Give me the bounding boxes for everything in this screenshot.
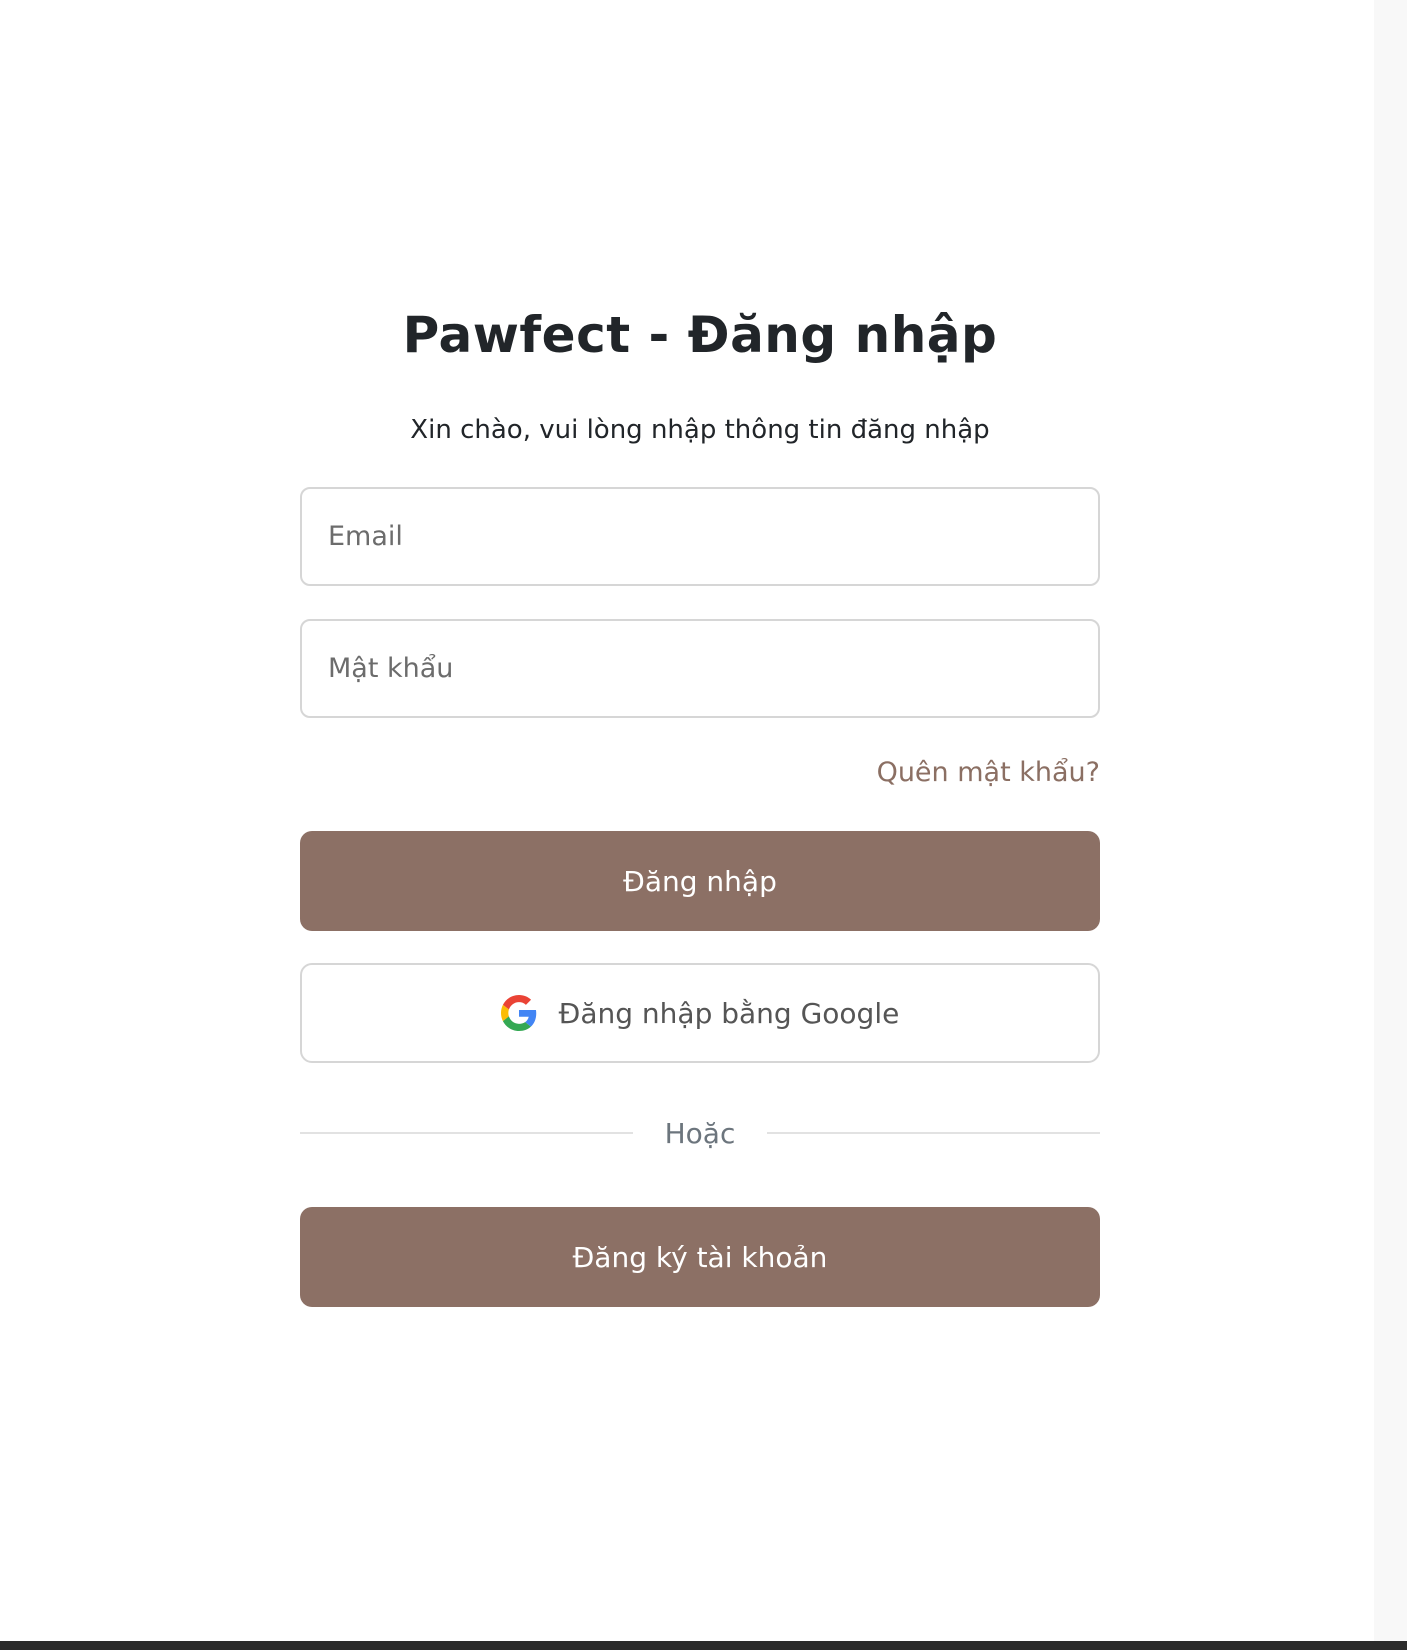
login-button[interactable]: Đăng nhập (300, 831, 1100, 931)
taskbar (0, 1641, 1407, 1650)
google-login-button[interactable]: Đăng nhập bằng Google (300, 963, 1100, 1063)
google-icon (500, 995, 537, 1031)
login-button-label: Đăng nhập (623, 864, 777, 898)
divider: Hoặc (300, 1113, 1100, 1153)
divider-text: Hoặc (664, 1116, 736, 1150)
divider-line-right (767, 1132, 1100, 1134)
page-subtitle: Xin chào, vui lòng nhập thông tin đăng n… (410, 415, 990, 445)
register-button-label: Đăng ký tài khoản (572, 1240, 828, 1274)
page-title: Pawfect - Đăng nhập (402, 306, 998, 364)
password-input[interactable] (300, 619, 1100, 718)
page: Pawfect - Đăng nhập Xin chào, vui lòng n… (0, 0, 1374, 1641)
google-login-button-label: Đăng nhập bằng Google (558, 996, 900, 1030)
forgot-password-link[interactable]: Quên mật khẩu? (877, 753, 1100, 793)
email-input[interactable] (300, 487, 1100, 586)
scrollbar[interactable] (1374, 0, 1407, 1641)
register-button[interactable]: Đăng ký tài khoản (300, 1207, 1100, 1307)
divider-line-left (300, 1132, 633, 1134)
